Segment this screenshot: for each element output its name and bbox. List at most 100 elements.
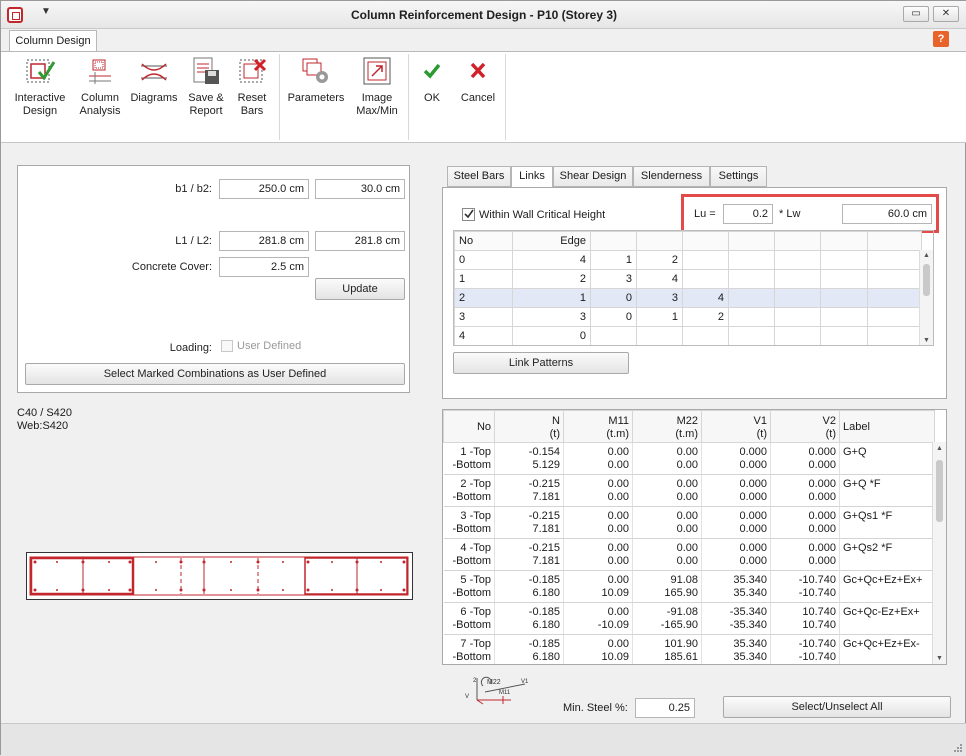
interactive-design-button[interactable]: Interactive Design [9, 56, 71, 118]
results-cell-n: -0.215 7.181 [494, 506, 564, 539]
scroll-down-icon[interactable]: ▼ [936, 655, 943, 662]
results-value-top: -0.185 [528, 606, 560, 618]
links-header-cell: No [454, 231, 513, 251]
update-button[interactable]: Update [315, 278, 405, 300]
links-cell [774, 288, 821, 308]
cancel-label: Cancel [460, 92, 496, 104]
links-cell [774, 269, 821, 289]
column-analysis-button[interactable]: Column Analysis [73, 56, 127, 118]
results-value-top: -35.340 [729, 606, 767, 618]
scroll-thumb[interactable] [923, 264, 930, 296]
results-scrollbar[interactable]: ▲ ▼ [932, 442, 946, 664]
resize-grip-icon[interactable] [953, 743, 963, 753]
tab-links[interactable]: Links [511, 166, 553, 188]
loading-label: Loading: [169, 342, 212, 354]
links-row[interactable]: 21034 [454, 288, 922, 308]
links-row[interactable]: 40 [454, 326, 922, 345]
results-header-unit: (t) [549, 427, 560, 440]
parameters-button[interactable]: Parameters [285, 56, 347, 105]
results-value-bottom: -165.90 [660, 619, 698, 631]
ok-button[interactable]: OK [415, 56, 449, 105]
links-cell [820, 269, 868, 289]
results-value-top: 0.00 [607, 606, 629, 618]
results-row[interactable]: 7 -Top -Bottom -0.185 6.180 0.00 10.09 101.90 1… [443, 634, 935, 664]
results-header-unit: (t) [756, 427, 767, 440]
diagrams-button[interactable]: Diagrams [129, 56, 179, 105]
link-patterns-button[interactable]: Link Patterns [453, 352, 629, 374]
image-maxmin-button[interactable]: Image Max/Min [351, 56, 403, 118]
parameters-label: Parameters [287, 92, 345, 104]
scroll-up-icon[interactable]: ▲ [936, 445, 943, 452]
reset-bars-icon [237, 56, 267, 86]
results-cell-n: -0.185 6.180 [494, 570, 564, 603]
results-value-bottom: -Bottom [452, 651, 491, 663]
links-cell [682, 269, 729, 289]
results-cell-no: 4 -Top -Bottom [443, 538, 495, 571]
close-button[interactable]: ✕ [933, 6, 959, 22]
lw-value-field[interactable]: 60.0 cm [842, 204, 932, 224]
results-value-bottom: 0.000 [808, 491, 836, 503]
results-row[interactable]: 1 -Top -Bottom -0.154 5.129 0.00 0.00 0.00 0.00… [443, 442, 935, 475]
results-cell-n: -0.185 6.180 [494, 602, 564, 635]
links-row[interactable]: 1234 [454, 269, 922, 289]
user-defined-checkbox[interactable] [221, 340, 233, 352]
cancel-button[interactable]: Cancel [457, 56, 499, 105]
tab-steel-bars[interactable]: Steel Bars [447, 166, 511, 187]
image-maxmin-label-2: Max/Min [356, 105, 398, 117]
scroll-up-icon[interactable]: ▲ [923, 252, 930, 259]
results-cell-no: 5 -Top -Bottom [443, 570, 495, 603]
results-panel: No N (t) M11 (t.m) M22 (t.m) V1 (t) V2 (t) Label 1 … [442, 409, 947, 665]
within-wall-checkbox[interactable] [462, 208, 475, 221]
ribbon-tab-column-design[interactable]: Column Design [9, 30, 97, 52]
results-row[interactable]: 2 -Top -Bottom -0.215 7.181 0.00 0.00 0.00 0.00… [443, 474, 935, 507]
results-row[interactable]: 3 -Top -Bottom -0.215 7.181 0.00 0.00 0.00 0.00… [443, 506, 935, 539]
b1-field[interactable]: 250.0 cm [219, 179, 309, 199]
links-row[interactable]: 33012 [454, 307, 922, 327]
results-cell-m22: 0.00 0.00 [632, 474, 702, 507]
restore-button[interactable]: ▭ [903, 6, 929, 22]
min-steel-label: Min. Steel %: [563, 702, 628, 714]
results-cell-m11: 0.00 0.00 [563, 538, 633, 571]
column-analysis-label-2: Analysis [79, 105, 121, 117]
status-bar [1, 723, 966, 756]
links-row[interactable]: 0412 [454, 250, 922, 270]
scroll-thumb[interactable] [936, 460, 943, 522]
select-unselect-all-button[interactable]: Select/Unselect All [723, 696, 951, 718]
tab-shear-design[interactable]: Shear Design [553, 166, 633, 187]
concrete-cover-field[interactable]: 2.5 cm [219, 257, 309, 277]
results-row[interactable]: 5 -Top -Bottom -0.185 6.180 0.00 10.09 91.08 16… [443, 570, 935, 603]
tab-settings[interactable]: Settings [710, 166, 767, 187]
save-report-button[interactable]: Save & Report [183, 56, 229, 118]
l1-field[interactable]: 281.8 cm [219, 231, 309, 251]
help-icon[interactable]: ? [933, 31, 949, 47]
ok-label: OK [424, 92, 440, 104]
results-value-bottom: 0.00 [676, 459, 698, 471]
min-steel-field[interactable]: 0.25 [635, 698, 695, 718]
interactive-design-label-2: Design [22, 105, 58, 117]
links-scrollbar[interactable]: ▲ ▼ [919, 250, 933, 345]
l2-field[interactable]: 281.8 cm [315, 231, 405, 251]
results-cell-m22: 101.90 185.61 [632, 634, 702, 664]
results-value-bottom: 0.00 [676, 523, 698, 535]
links-cell [867, 288, 922, 308]
results-value-bottom: 7.181 [532, 555, 560, 567]
links-header-cell [682, 231, 729, 251]
tab-slenderness[interactable]: Slenderness [633, 166, 710, 187]
results-value-bottom: 0.000 [739, 555, 767, 567]
links-cell: 1 [590, 250, 637, 270]
results-row[interactable]: 6 -Top -Bottom -0.185 6.180 0.00 -10.09 -91.08… [443, 602, 935, 635]
results-row[interactable]: 4 -Top -Bottom -0.215 7.181 0.00 0.00 0.00 0.00… [443, 538, 935, 571]
results-cell-label: G+Qs1 *F [839, 506, 935, 539]
b2-field[interactable]: 30.0 cm [315, 179, 405, 199]
reset-bars-button[interactable]: Reset Bars [231, 56, 273, 118]
results-value-top: 0.000 [808, 510, 836, 522]
scroll-down-icon[interactable]: ▼ [923, 337, 930, 344]
results-value-top: 0.000 [808, 446, 836, 458]
select-marked-combinations-button[interactable]: Select Marked Combinations as User Defin… [25, 363, 405, 385]
results-value-top: 0.000 [808, 478, 836, 490]
lu-factor-field[interactable]: 0.2 [723, 204, 773, 224]
results-value-bottom: 5.129 [532, 459, 560, 471]
results-value-bottom: 7.181 [532, 491, 560, 503]
results-value-top: -10.740 [798, 638, 836, 650]
links-cell [682, 250, 729, 270]
